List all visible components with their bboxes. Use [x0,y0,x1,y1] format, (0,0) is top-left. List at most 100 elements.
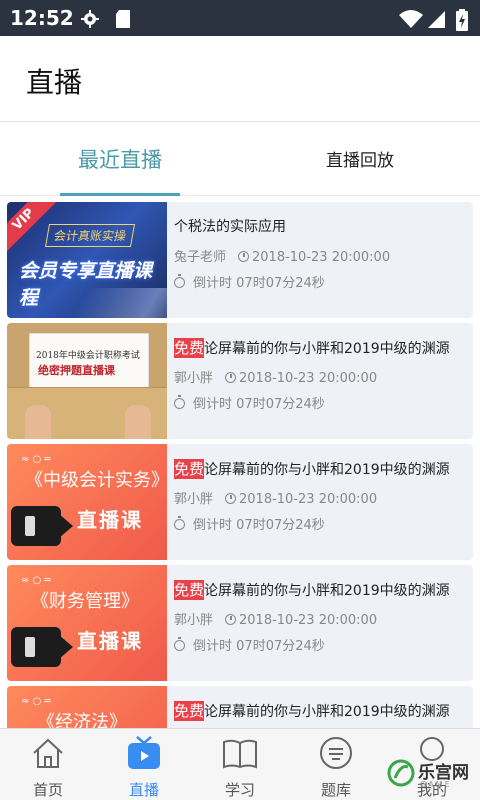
thumbnail-decoration [25,405,51,439]
watermark: 乐宫网 GAME [384,754,480,800]
thumbnail-subtitle: 直播课 [77,508,143,532]
battery-icon [456,9,468,31]
timer-icon [174,637,185,651]
video-camera-icon [11,506,73,546]
live-card[interactable]: VIP 会计真账实操 会员专享直播课程 个税法的实际应用 兔子老师 2018-10… [7,202,473,318]
thumbnail-title: 绝密押题直播课 [38,364,115,377]
thumbnail-title: 会员专享直播课程 [19,260,153,309]
countdown-value: 07时07分24秒 [236,276,325,291]
wifi-icon [399,10,423,28]
live-meta: 郭小胖 2018-10-23 20:00:00 [174,609,377,628]
countdown-label: 倒计时 [193,639,233,654]
live-meta: 郭小胖 2018-10-23 20:00:00 [174,488,377,507]
video-camera-icon [11,627,73,667]
thumbnail-title: 《中级会计实务》 [25,470,167,491]
gear-icon [81,10,99,28]
timer-icon [174,274,185,288]
clock-icon [225,493,237,504]
course-thumbnail: VIP 会计真账实操 会员专享直播课程 [7,202,167,318]
watermark-logo-icon [387,759,415,787]
free-badge: 免费 [174,701,205,721]
thumbnail-decoration [125,405,151,439]
clock-icon [225,614,237,625]
question-bank-icon [320,737,352,769]
thumbnail-decoration: ≈ ○ ═ [21,454,51,465]
home-icon [33,738,63,768]
nav-home[interactable]: 首页 [0,729,96,800]
course-thumbnail: ≈ ○ ═ 《财务管理》 直播课 [7,565,167,681]
free-badge: 免费 [174,338,205,358]
countdown: 倒计时 07时07分24秒 [174,514,325,533]
tab-recent-live[interactable]: 最近直播 [0,122,240,196]
thumbnail-subtitle: 直播课 [77,629,143,653]
clock-icon [238,251,250,262]
live-card[interactable]: ≈ ○ ═ 《经济法》 免费论屏幕前的你与小胖和2019中级的渊源 [7,686,473,728]
live-title-text: 个税法的实际应用 [174,219,286,235]
nav-label: 首页 [32,781,63,799]
countdown-value: 07时07分24秒 [236,397,325,412]
live-date: 2018-10-23 20:00:00 [252,250,391,265]
countdown-value: 07时07分24秒 [236,518,325,533]
live-date: 2018-10-23 20:00:00 [239,492,378,507]
live-meta: 郭小胖 2018-10-23 20:00:00 [174,367,377,386]
clock-icon [225,372,237,383]
page-title: 直播 [26,66,83,99]
live-title-text: 论屏幕前的你与小胖和2019中级的渊源 [204,583,450,599]
nav-question-bank[interactable]: 题库 [288,729,384,800]
teacher-name: 郭小胖 [174,371,214,386]
course-thumbnail: 2018年中级会计职称考试 绝密押题直播课 [7,323,167,439]
free-badge: 免费 [174,459,205,479]
live-title-text: 论屏幕前的你与小胖和2019中级的渊源 [204,462,450,478]
watermark-subtext: GAME [420,780,452,789]
tab-bar: 最近直播 直播回放 [0,122,480,196]
tv-icon [128,736,160,769]
book-icon [223,739,257,769]
status-bar: 12:52 [0,0,480,36]
status-time: 12:52 [10,6,74,30]
free-badge: 免费 [174,580,205,600]
tab-label: 最近直播 [78,148,162,172]
timer-icon [174,395,185,409]
live-list[interactable]: VIP 会计真账实操 会员专享直播课程 个税法的实际应用 兔子老师 2018-10… [0,196,480,728]
countdown: 倒计时 07时07分24秒 [174,272,325,291]
live-meta: 兔子老师 2018-10-23 20:00:00 [174,246,390,265]
course-thumbnail: ≈ ○ ═ 《中级会计实务》 直播课 [7,444,167,560]
teacher-name: 郭小胖 [174,613,214,628]
thumbnail-decoration: ≈ ○ ═ [21,696,51,707]
thumbnail-title: 《财务管理》 [31,591,139,612]
thumbnail-title: 《经济法》 [37,712,127,728]
nav-label: 题库 [320,781,351,799]
teacher-name: 兔子老师 [174,250,227,265]
live-card[interactable]: ≈ ○ ═ 《中级会计实务》 直播课 免费论屏幕前的你与小胖和2019中级的渊源… [7,444,473,560]
nav-label: 直播 [128,781,159,799]
countdown: 倒计时 07时07分24秒 [174,635,325,654]
countdown-value: 07时07分24秒 [236,639,325,654]
signal-icon [428,11,445,28]
nav-live[interactable]: 直播 [96,729,192,800]
thumbnail-subtitle: 2018年中级会计职称考试 [36,351,140,361]
nav-study[interactable]: 学习 [192,729,288,800]
live-title: 免费论屏幕前的你与小胖和2019中级的渊源 [174,337,473,358]
countdown-label: 倒计时 [193,276,233,291]
app-header: 直播 [0,36,480,122]
tab-live-replay[interactable]: 直播回放 [240,122,480,196]
thumbnail-decoration: ≈ ○ ═ [21,575,51,586]
live-title: 个税法的实际应用 [174,216,473,236]
live-title-text: 论屏幕前的你与小胖和2019中级的渊源 [204,341,450,357]
countdown: 倒计时 07时07分24秒 [174,393,325,412]
live-card[interactable]: ≈ ○ ═ 《财务管理》 直播课 免费论屏幕前的你与小胖和2019中级的渊源 郭… [7,565,473,681]
teacher-name: 郭小胖 [174,492,214,507]
sd-card-icon [116,10,130,28]
tab-label: 直播回放 [326,151,394,171]
course-thumbnail: ≈ ○ ═ 《经济法》 [7,686,167,728]
live-card[interactable]: 2018年中级会计职称考试 绝密押题直播课 免费论屏幕前的你与小胖和2019中级… [7,323,473,439]
live-title-text: 论屏幕前的你与小胖和2019中级的渊源 [204,704,450,720]
live-title: 免费论屏幕前的你与小胖和2019中级的渊源 [174,700,473,721]
nav-label: 学习 [224,781,255,799]
timer-icon [174,516,185,530]
live-date: 2018-10-23 20:00:00 [239,371,378,386]
live-title: 免费论屏幕前的你与小胖和2019中级的渊源 [174,579,473,600]
countdown-label: 倒计时 [193,397,233,412]
countdown-label: 倒计时 [193,518,233,533]
live-date: 2018-10-23 20:00:00 [239,613,378,628]
